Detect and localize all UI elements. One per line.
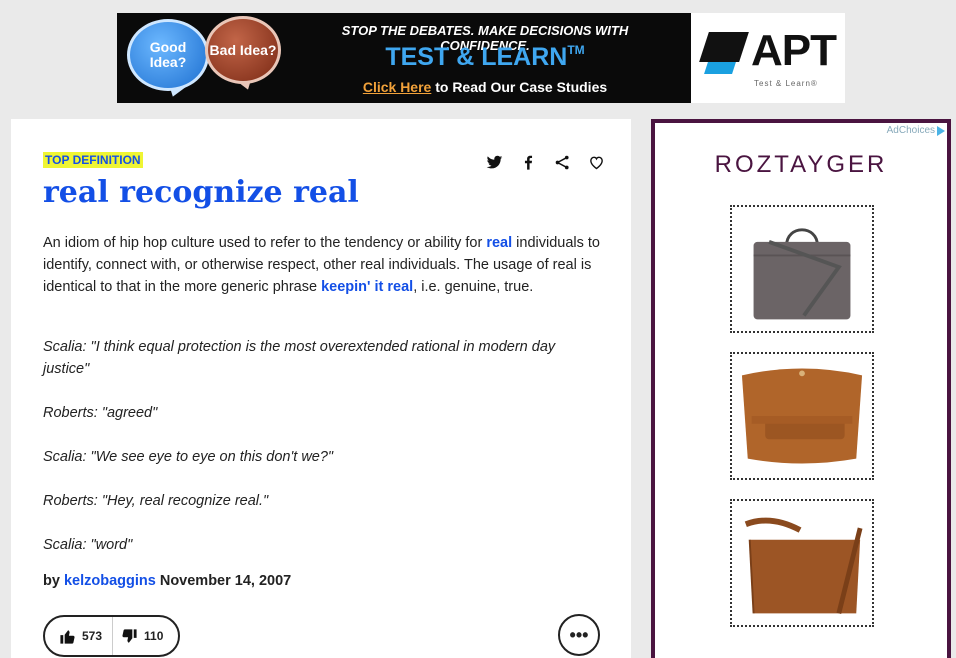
example-line: Roberts: "agreed" — [43, 405, 158, 421]
share-icon[interactable] — [545, 152, 579, 172]
example-line: Roberts: "Hey, real recognize real." — [43, 493, 269, 509]
thumbs-up-icon — [60, 629, 75, 644]
ad-product-title: TEST & LEARNTM — [385, 43, 585, 71]
top-definition-badge: TOP DEFINITION — [43, 152, 143, 168]
side-ad[interactable]: AdChoices ROZTAYGER — [651, 119, 951, 658]
contributor-byline: by kelzobaggins November 14, 2007 — [43, 573, 292, 589]
author-link[interactable]: kelzobaggins — [64, 573, 156, 589]
more-options-button[interactable]: ••• — [558, 614, 600, 656]
share-bar — [477, 152, 613, 172]
apt-tagline: Test & Learn® — [754, 79, 818, 88]
ad-cta[interactable]: Click Here to Read Our Case Studies — [305, 79, 665, 95]
apt-brand: APT — [751, 26, 837, 75]
upvote-count: 573 — [82, 629, 103, 643]
example-line: Scalia: "I think equal protection is the… — [43, 339, 556, 377]
vote-buttons: 573 110 — [43, 615, 180, 657]
facebook-icon[interactable] — [511, 152, 545, 172]
brown-messenger-bag-image[interactable] — [730, 499, 874, 627]
adchoices-icon — [937, 125, 945, 136]
definition-card: TOP DEFINITION real recognize real An id… — [11, 119, 631, 658]
apt-logo[interactable]: APT Test & Learn® — [691, 13, 845, 103]
good-idea-bubble: Good Idea? — [127, 19, 209, 91]
tan-clutch-bag-image[interactable] — [730, 352, 874, 480]
apt-logo-icon — [699, 32, 749, 76]
definition-date: November 14, 2007 — [159, 573, 292, 589]
ad-main-panel[interactable]: Good Idea? Bad Idea? STOP THE DEBATES. M… — [117, 13, 691, 103]
downvote-count: 110 — [144, 629, 164, 643]
definition-meaning: An idiom of hip hop culture used to refe… — [43, 235, 600, 295]
thumbs-down-icon — [122, 628, 137, 643]
top-banner-ad[interactable]: Good Idea? Bad Idea? STOP THE DEBATES. M… — [117, 13, 845, 103]
ad-click-here-link[interactable]: Click Here — [363, 79, 431, 95]
bad-idea-bubble: Bad Idea? — [205, 16, 281, 84]
roztayger-brand: ROZTAYGER — [714, 151, 888, 178]
upvote-button[interactable]: 573 — [45, 617, 102, 655]
definition-example: Scalia: "I think equal protection is the… — [43, 336, 603, 578]
twitter-icon[interactable] — [477, 152, 511, 172]
grey-tote-bag-image[interactable] — [730, 205, 874, 333]
downvote-button[interactable]: 110 — [112, 617, 163, 655]
heart-icon[interactable] — [579, 152, 613, 172]
keepin-it-real-link[interactable]: keepin' it real — [321, 279, 413, 295]
example-line: Scalia: "We see eye to eye on this don't… — [43, 449, 334, 465]
real-link[interactable]: real — [486, 235, 512, 251]
example-line: Scalia: "word" — [43, 537, 133, 553]
adchoices-label[interactable]: AdChoices — [887, 125, 945, 136]
definition-word-link[interactable]: real recognize real — [43, 175, 359, 210]
side-ad-inner[interactable]: AdChoices ROZTAYGER — [655, 123, 947, 658]
